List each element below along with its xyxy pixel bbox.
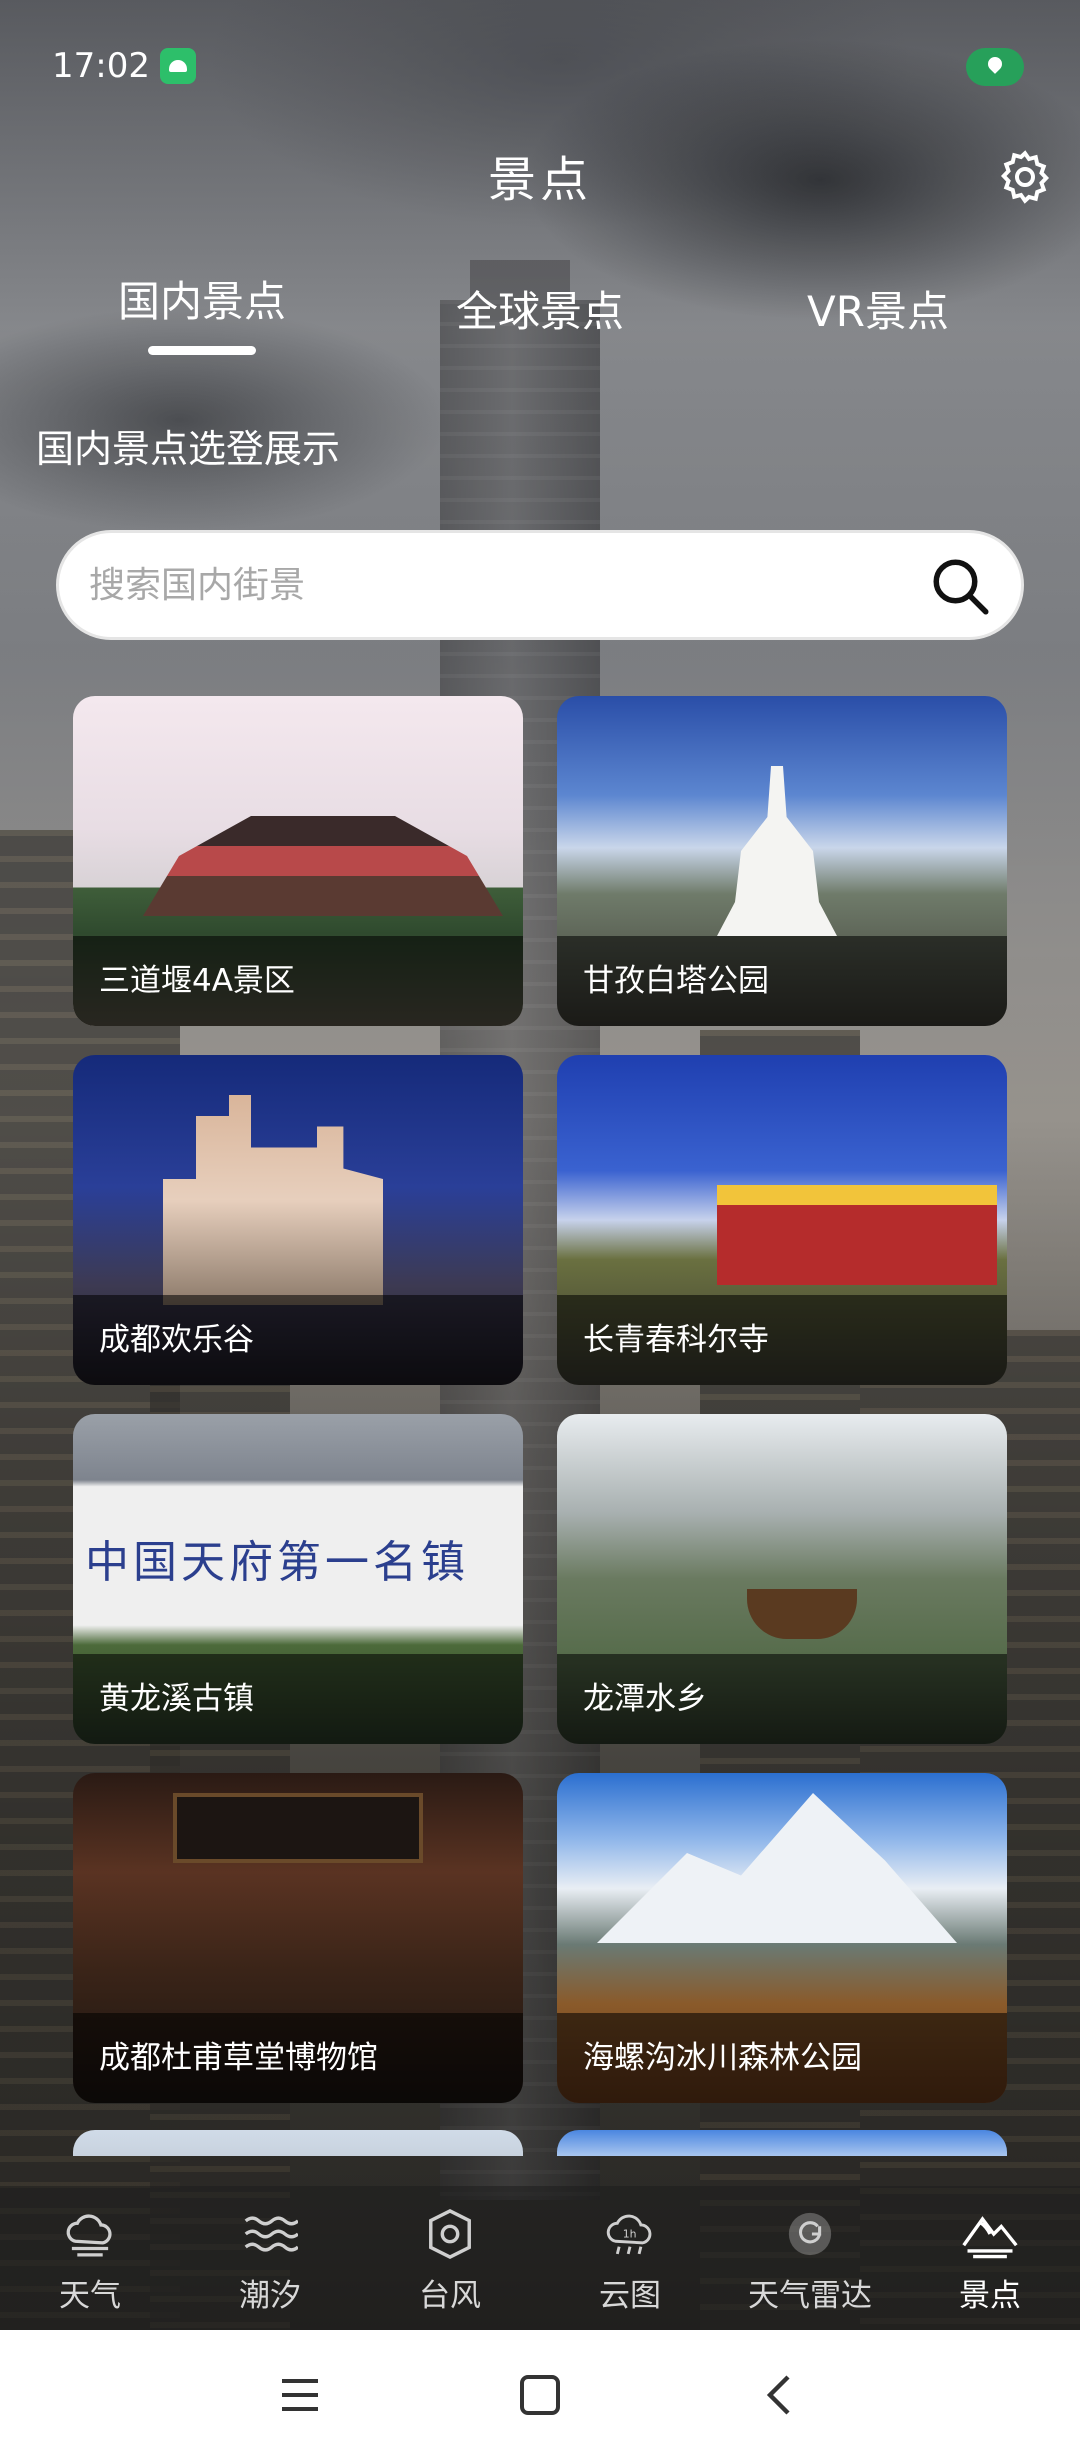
back-icon [766, 2375, 790, 2415]
nav-attractions[interactable]: 景点 [900, 2204, 1080, 2324]
attraction-name: 甘孜白塔公园 [583, 963, 769, 999]
svg-text:1h: 1h [623, 2228, 637, 2241]
attraction-card-partial[interactable] [73, 2130, 523, 2156]
menu-button[interactable] [265, 2360, 335, 2430]
system-nav-bar [0, 2330, 1080, 2460]
attraction-name: 成都杜甫草堂博物馆 [99, 2040, 378, 2076]
home-icon [520, 2375, 560, 2415]
attraction-card-partial[interactable] [557, 2130, 1007, 2156]
nav-weather[interactable]: 天气 [0, 2204, 180, 2324]
typhoon-icon [420, 2204, 480, 2264]
android-icon [160, 48, 196, 84]
nav-label: 台风 [419, 2278, 481, 2314]
nav-tide[interactable]: 潮汐 [180, 2204, 360, 2324]
cloud-icon [60, 2204, 120, 2264]
section-subtitle: 国内景点选登展示 [36, 427, 341, 471]
radar-icon [780, 2204, 840, 2264]
attraction-photo [73, 2130, 523, 2156]
attraction-card[interactable]: 海螺沟冰川森林公园 [557, 1773, 1007, 2103]
attraction-photo [557, 2130, 1007, 2156]
nav-radar[interactable]: 天气雷达 [720, 2204, 900, 2324]
tab-bar: 国内景点 全球景点 VR景点 [0, 268, 1080, 358]
search-button[interactable] [921, 547, 1001, 627]
attraction-name: 黄龙溪古镇 [99, 1681, 254, 1717]
nav-label: 云图 [599, 2278, 661, 2314]
bottom-nav: 天气 潮汐 台风 1h 云图 天气雷达 景点 [0, 2186, 1080, 2330]
attraction-card[interactable]: 成都杜甫草堂博物馆 [73, 1773, 523, 2103]
page-title: 景点 [487, 152, 592, 208]
attraction-card[interactable]: 长青春科尔寺 [557, 1055, 1007, 1385]
photo-calligraphy: 中国天府第一名镇 [85, 1537, 469, 1588]
tab-global[interactable]: 全球景点 [456, 278, 624, 339]
nav-label: 天气 [59, 2278, 121, 2314]
status-bar: 17:02 [0, 0, 1080, 130]
attraction-card[interactable]: 中国天府第一名镇 黄龙溪古镇 [73, 1414, 523, 1744]
tab-domestic[interactable]: 国内景点 [118, 268, 286, 329]
attraction-name: 三道堰4A景区 [99, 963, 295, 999]
nav-label: 天气雷达 [748, 2278, 872, 2314]
waves-icon [240, 2204, 300, 2264]
nav-cloud-map[interactable]: 1h 云图 [540, 2204, 720, 2324]
mountain-icon [960, 2204, 1020, 2264]
search-input[interactable] [89, 533, 909, 637]
back-button[interactable] [745, 2360, 815, 2430]
menu-icon [282, 2379, 318, 2411]
search-box [56, 530, 1024, 640]
tab-active-indicator [148, 346, 256, 355]
attraction-card[interactable]: 三道堰4A景区 [73, 696, 523, 1026]
location-pill-icon [966, 48, 1024, 86]
tab-vr[interactable]: VR景点 [807, 278, 949, 339]
attraction-card[interactable]: 成都欢乐谷 [73, 1055, 523, 1385]
status-time: 17:02 [52, 46, 150, 86]
attraction-name: 长青春科尔寺 [583, 1322, 769, 1358]
search-icon [933, 559, 989, 615]
attraction-name: 成都欢乐谷 [99, 1322, 254, 1358]
attraction-name: 海螺沟冰川森林公园 [583, 2040, 862, 2076]
cloud-rain-1h-icon: 1h [600, 2204, 660, 2264]
nav-label: 潮汐 [239, 2278, 301, 2314]
settings-button[interactable] [990, 142, 1060, 212]
attraction-card[interactable]: 龙潭水乡 [557, 1414, 1007, 1744]
home-button[interactable] [505, 2360, 575, 2430]
attraction-card[interactable]: 甘孜白塔公园 [557, 696, 1007, 1026]
nav-typhoon[interactable]: 台风 [360, 2204, 540, 2324]
nav-label: 景点 [959, 2278, 1021, 2314]
attraction-name: 龙潭水乡 [583, 1681, 707, 1717]
gear-icon [1000, 150, 1050, 204]
